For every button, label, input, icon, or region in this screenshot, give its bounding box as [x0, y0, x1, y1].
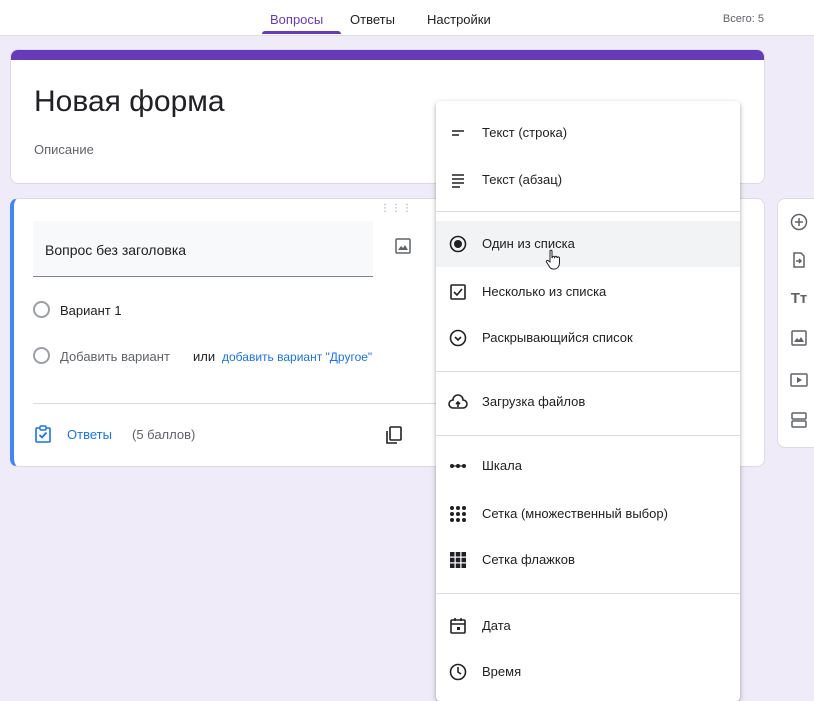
tab-settings[interactable]: Настройки [427, 12, 491, 27]
grid-dots-icon [448, 504, 468, 524]
menu-item-label: Шкала [482, 458, 522, 473]
menu-divider [436, 593, 740, 594]
add-question-icon[interactable] [788, 211, 810, 233]
import-icon[interactable] [788, 249, 810, 271]
menu-item-linear-scale[interactable]: Шкала [436, 443, 740, 489]
divider [33, 403, 453, 404]
menu-item-label: Загрузка файлов [482, 394, 586, 409]
question-type-menu: Текст (строка) Текст (абзац) Один из спи… [436, 101, 740, 701]
add-option-radio [33, 347, 50, 364]
clock-icon [448, 662, 468, 682]
menu-item-label: Сетка флажков [482, 552, 575, 567]
linear-scale-icon [448, 456, 468, 476]
top-nav: Вопросы Ответы Настройки Всего: 5 [0, 0, 814, 36]
total-points: Всего: 5 [722, 13, 764, 25]
menu-divider [436, 371, 740, 372]
tab-questions[interactable]: Вопросы [270, 12, 323, 27]
video-icon[interactable] [788, 369, 810, 391]
menu-item-label: Сетка (множественный выбор) [482, 506, 668, 521]
option-1-label[interactable]: Вариант 1 [60, 303, 122, 318]
tab-answers[interactable]: Ответы [350, 12, 395, 27]
menu-item-file-upload[interactable]: Загрузка файлов [436, 379, 740, 425]
menu-item-label: Время [482, 664, 522, 679]
menu-divider [436, 211, 740, 212]
title-text-icon[interactable]: Tт [788, 287, 810, 309]
calendar-icon [448, 616, 468, 636]
menu-item-short-text[interactable]: Текст (строка) [436, 110, 740, 156]
dropdown-icon [448, 328, 468, 348]
section-icon[interactable] [788, 409, 810, 431]
add-other-link[interactable]: добавить вариант "Другое" [222, 350, 372, 364]
checkbox-icon [448, 282, 468, 302]
menu-item-label: Дата [482, 618, 511, 633]
grid-squares-icon [448, 550, 468, 570]
menu-item-date[interactable]: Дата [436, 603, 740, 649]
menu-item-checkbox[interactable]: Несколько из списка [436, 269, 740, 315]
add-option-link[interactable]: Добавить вариант [60, 349, 170, 364]
hand-cursor-icon [544, 249, 564, 271]
answer-key-link[interactable]: Ответы [67, 427, 112, 442]
paragraph-icon [448, 170, 468, 190]
add-image-icon[interactable] [394, 237, 412, 255]
menu-item-time[interactable]: Время [436, 649, 740, 695]
menu-item-label: Раскрывающийся список [482, 330, 633, 345]
drag-handle-icon[interactable]: ⋮⋮⋮ [380, 203, 413, 214]
menu-item-grid-checkbox[interactable]: Сетка флажков [436, 537, 740, 583]
image-icon[interactable] [788, 327, 810, 349]
option-radio [33, 301, 50, 318]
question-title-field[interactable]: Вопрос без заголовка [33, 221, 373, 277]
radio-icon [448, 234, 468, 254]
accent-stripe [11, 50, 764, 60]
active-tab-indicator [262, 31, 341, 34]
form-title[interactable]: Новая форма [34, 85, 225, 119]
menu-item-label: Несколько из списка [482, 284, 607, 299]
duplicate-icon[interactable] [384, 425, 404, 445]
answer-key-icon[interactable] [34, 425, 52, 443]
menu-item-paragraph[interactable]: Текст (абзац) [436, 157, 740, 203]
points-text: (5 баллов) [132, 427, 196, 442]
question-toolbar: Tт [777, 198, 814, 448]
or-text: или [193, 349, 216, 364]
form-description[interactable]: Описание [34, 142, 94, 157]
menu-item-dropdown[interactable]: Раскрывающийся список [436, 315, 740, 361]
menu-divider [436, 435, 740, 436]
menu-item-radio[interactable]: Один из списка [436, 221, 740, 267]
menu-item-label: Текст (строка) [482, 125, 568, 140]
menu-item-grid-choice[interactable]: Сетка (множественный выбор) [436, 491, 740, 537]
menu-item-label: Текст (абзац) [482, 172, 563, 187]
question-title: Вопрос без заголовка [45, 242, 187, 258]
cloud-upload-icon [448, 392, 468, 412]
short-text-icon [448, 123, 468, 143]
